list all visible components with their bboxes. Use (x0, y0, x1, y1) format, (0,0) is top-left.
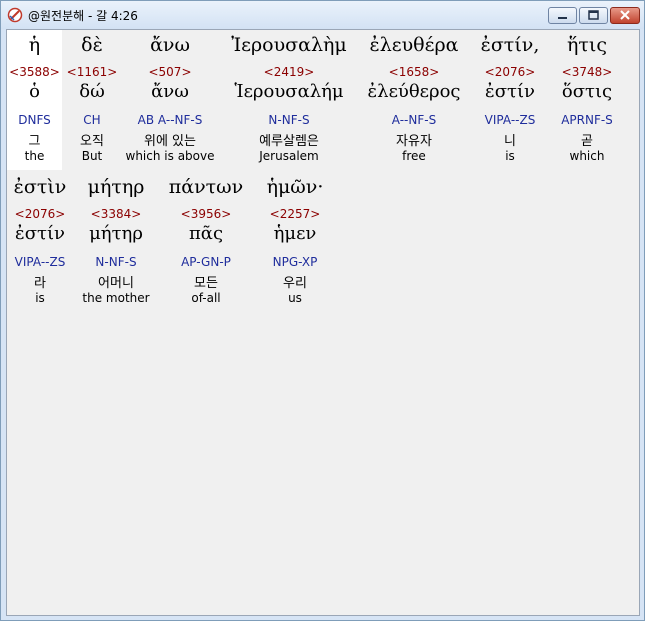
word-column[interactable]: ἄνω <507> ἄνω AB A--NF-S 위에 있는 which is … (121, 30, 219, 170)
korean-gloss: 그 (28, 134, 41, 149)
word-column[interactable]: ἐστίν, <2076> ἐστίν VIPA--ZS 니 is (471, 30, 549, 170)
english-gloss: which is above (125, 149, 215, 163)
greek-word: πάντων (168, 176, 244, 198)
greek-word: ἐστίν, (480, 34, 540, 56)
english-gloss: of-all (191, 291, 221, 305)
lemma: ἐλεύθερος (367, 81, 461, 102)
lemma: ἡμεν (273, 223, 317, 244)
parsing-code: N-NF-S (95, 255, 137, 269)
english-gloss: is (505, 149, 515, 163)
lemma: ὅστις (561, 81, 613, 102)
english-gloss: is (35, 291, 45, 305)
korean-gloss: 자유자 (396, 134, 432, 149)
word-column[interactable]: ἥτις <3748> ὅστις APRNF-S 곧 which (551, 30, 623, 170)
parsing-code: N-NF-S (268, 113, 310, 127)
word-column[interactable]: ἐστὶν <2076> ἐστίν VIPA--ZS 라 is (7, 172, 73, 312)
lemma: πᾶς (188, 223, 224, 244)
verse-line-2: ἐστὶν <2076> ἐστίν VIPA--ZS 라 is μήτηρ <… (7, 172, 639, 322)
greek-word: Ἰερουσαλὴμ (231, 34, 347, 56)
korean-gloss: 어머니 (98, 276, 134, 291)
word-column[interactable]: μήτηρ <3384> μήτηρ N-NF-S 어머니 the mother (75, 172, 157, 312)
close-button[interactable] (610, 7, 640, 24)
parsing-code: VIPA--ZS (14, 255, 66, 269)
lemma: Ἱερουσαλήμ (234, 81, 344, 102)
korean-gloss: 우리 (283, 276, 307, 291)
english-gloss: the mother (82, 291, 150, 305)
english-gloss: which (569, 149, 605, 163)
english-gloss: the (24, 149, 45, 163)
strong-number[interactable]: <3384> (75, 207, 157, 221)
lemma: ἐστίν (15, 223, 65, 244)
greek-word: μήτηρ (87, 176, 145, 198)
korean-gloss: 위에 있는 (144, 134, 196, 149)
korean-gloss: 라 (34, 276, 46, 291)
parsing-code: VIPA--ZS (484, 113, 536, 127)
greek-word: ἐλευθέρα (369, 34, 459, 56)
strong-number[interactable]: <2257> (255, 207, 335, 221)
korean-gloss: 곧 (581, 134, 593, 149)
korean-gloss: 오직 (80, 134, 104, 149)
parsing-code: DNFS (18, 113, 51, 127)
strong-number[interactable]: <507> (121, 65, 219, 79)
close-icon (620, 10, 630, 20)
strong-number[interactable]: <2076> (471, 65, 549, 79)
english-gloss: But (81, 149, 103, 163)
title-bar[interactable]: @원전분해 - 갈 4:26 (1, 1, 644, 29)
minimize-button[interactable] (548, 7, 577, 24)
strong-number[interactable]: <3588> (7, 65, 62, 79)
korean-gloss: 모든 (194, 276, 218, 291)
lemma: ὁ (29, 81, 40, 102)
strong-number[interactable]: <3956> (159, 207, 253, 221)
english-gloss: Jerusalem (259, 149, 319, 163)
english-gloss: free (402, 149, 426, 163)
lemma: ἄνω (151, 81, 189, 102)
word-column[interactable]: πάντων <3956> πᾶς AP-GN-P 모든 of-all (159, 172, 253, 312)
maximize-button[interactable] (579, 7, 608, 24)
maximize-icon (588, 10, 599, 20)
parsing-code: AB A--NF-S (137, 113, 203, 127)
parsing-code: APRNF-S (561, 113, 613, 127)
greek-word: δὲ (81, 34, 103, 56)
window-title: @원전분해 - 갈 4:26 (28, 9, 138, 23)
greek-word: ἄνω (150, 34, 190, 56)
strong-number[interactable]: <2076> (7, 207, 73, 221)
strong-number[interactable]: <1161> (64, 65, 120, 79)
korean-gloss: 니 (504, 134, 516, 149)
app-window: @원전분해 - 갈 4:26 ἡ <3588> ὁ DNFS 그 the δὲ … (0, 0, 645, 621)
verse-line-1: ἡ <3588> ὁ DNFS 그 the δὲ <1161> δώ CH 오직… (7, 30, 639, 180)
word-column[interactable]: ἡ <3588> ὁ DNFS 그 the (7, 30, 62, 170)
lemma: δώ (79, 81, 105, 102)
word-column[interactable]: δὲ <1161> δώ CH 오직 But (64, 30, 120, 170)
parsing-code: NPG-XP (272, 255, 318, 269)
korean-gloss: 예루살렘은 (259, 134, 319, 149)
app-icon (7, 7, 23, 23)
strong-number[interactable]: <3748> (551, 65, 623, 79)
interlinear-panel: ἡ <3588> ὁ DNFS 그 the δὲ <1161> δώ CH 오직… (6, 29, 640, 616)
word-column[interactable]: Ἰερουσαλὴμ <2419> Ἱερουσαλήμ N-NF-S 예루살렘… (221, 30, 357, 170)
parsing-code: CH (83, 113, 101, 127)
parsing-code: A--NF-S (391, 113, 437, 127)
lemma: μήτηρ (89, 223, 143, 244)
strong-number[interactable]: <1658> (359, 65, 469, 79)
greek-word: ἡμῶν· (266, 176, 324, 198)
word-column[interactable]: ἡμῶν· <2257> ἡμεν NPG-XP 우리 us (255, 172, 335, 312)
strong-number[interactable]: <2419> (221, 65, 357, 79)
english-gloss: us (288, 291, 302, 305)
greek-word: ἥτις (567, 34, 607, 56)
greek-word: ἐστὶν (13, 176, 67, 198)
word-column[interactable]: ἐλευθέρα <1658> ἐλεύθερος A--NF-S 자유자 fr… (359, 30, 469, 170)
parsing-code: AP-GN-P (181, 255, 231, 269)
minimize-icon (558, 17, 567, 19)
lemma: ἐστίν (485, 81, 535, 102)
greek-word: ἡ (28, 34, 41, 56)
